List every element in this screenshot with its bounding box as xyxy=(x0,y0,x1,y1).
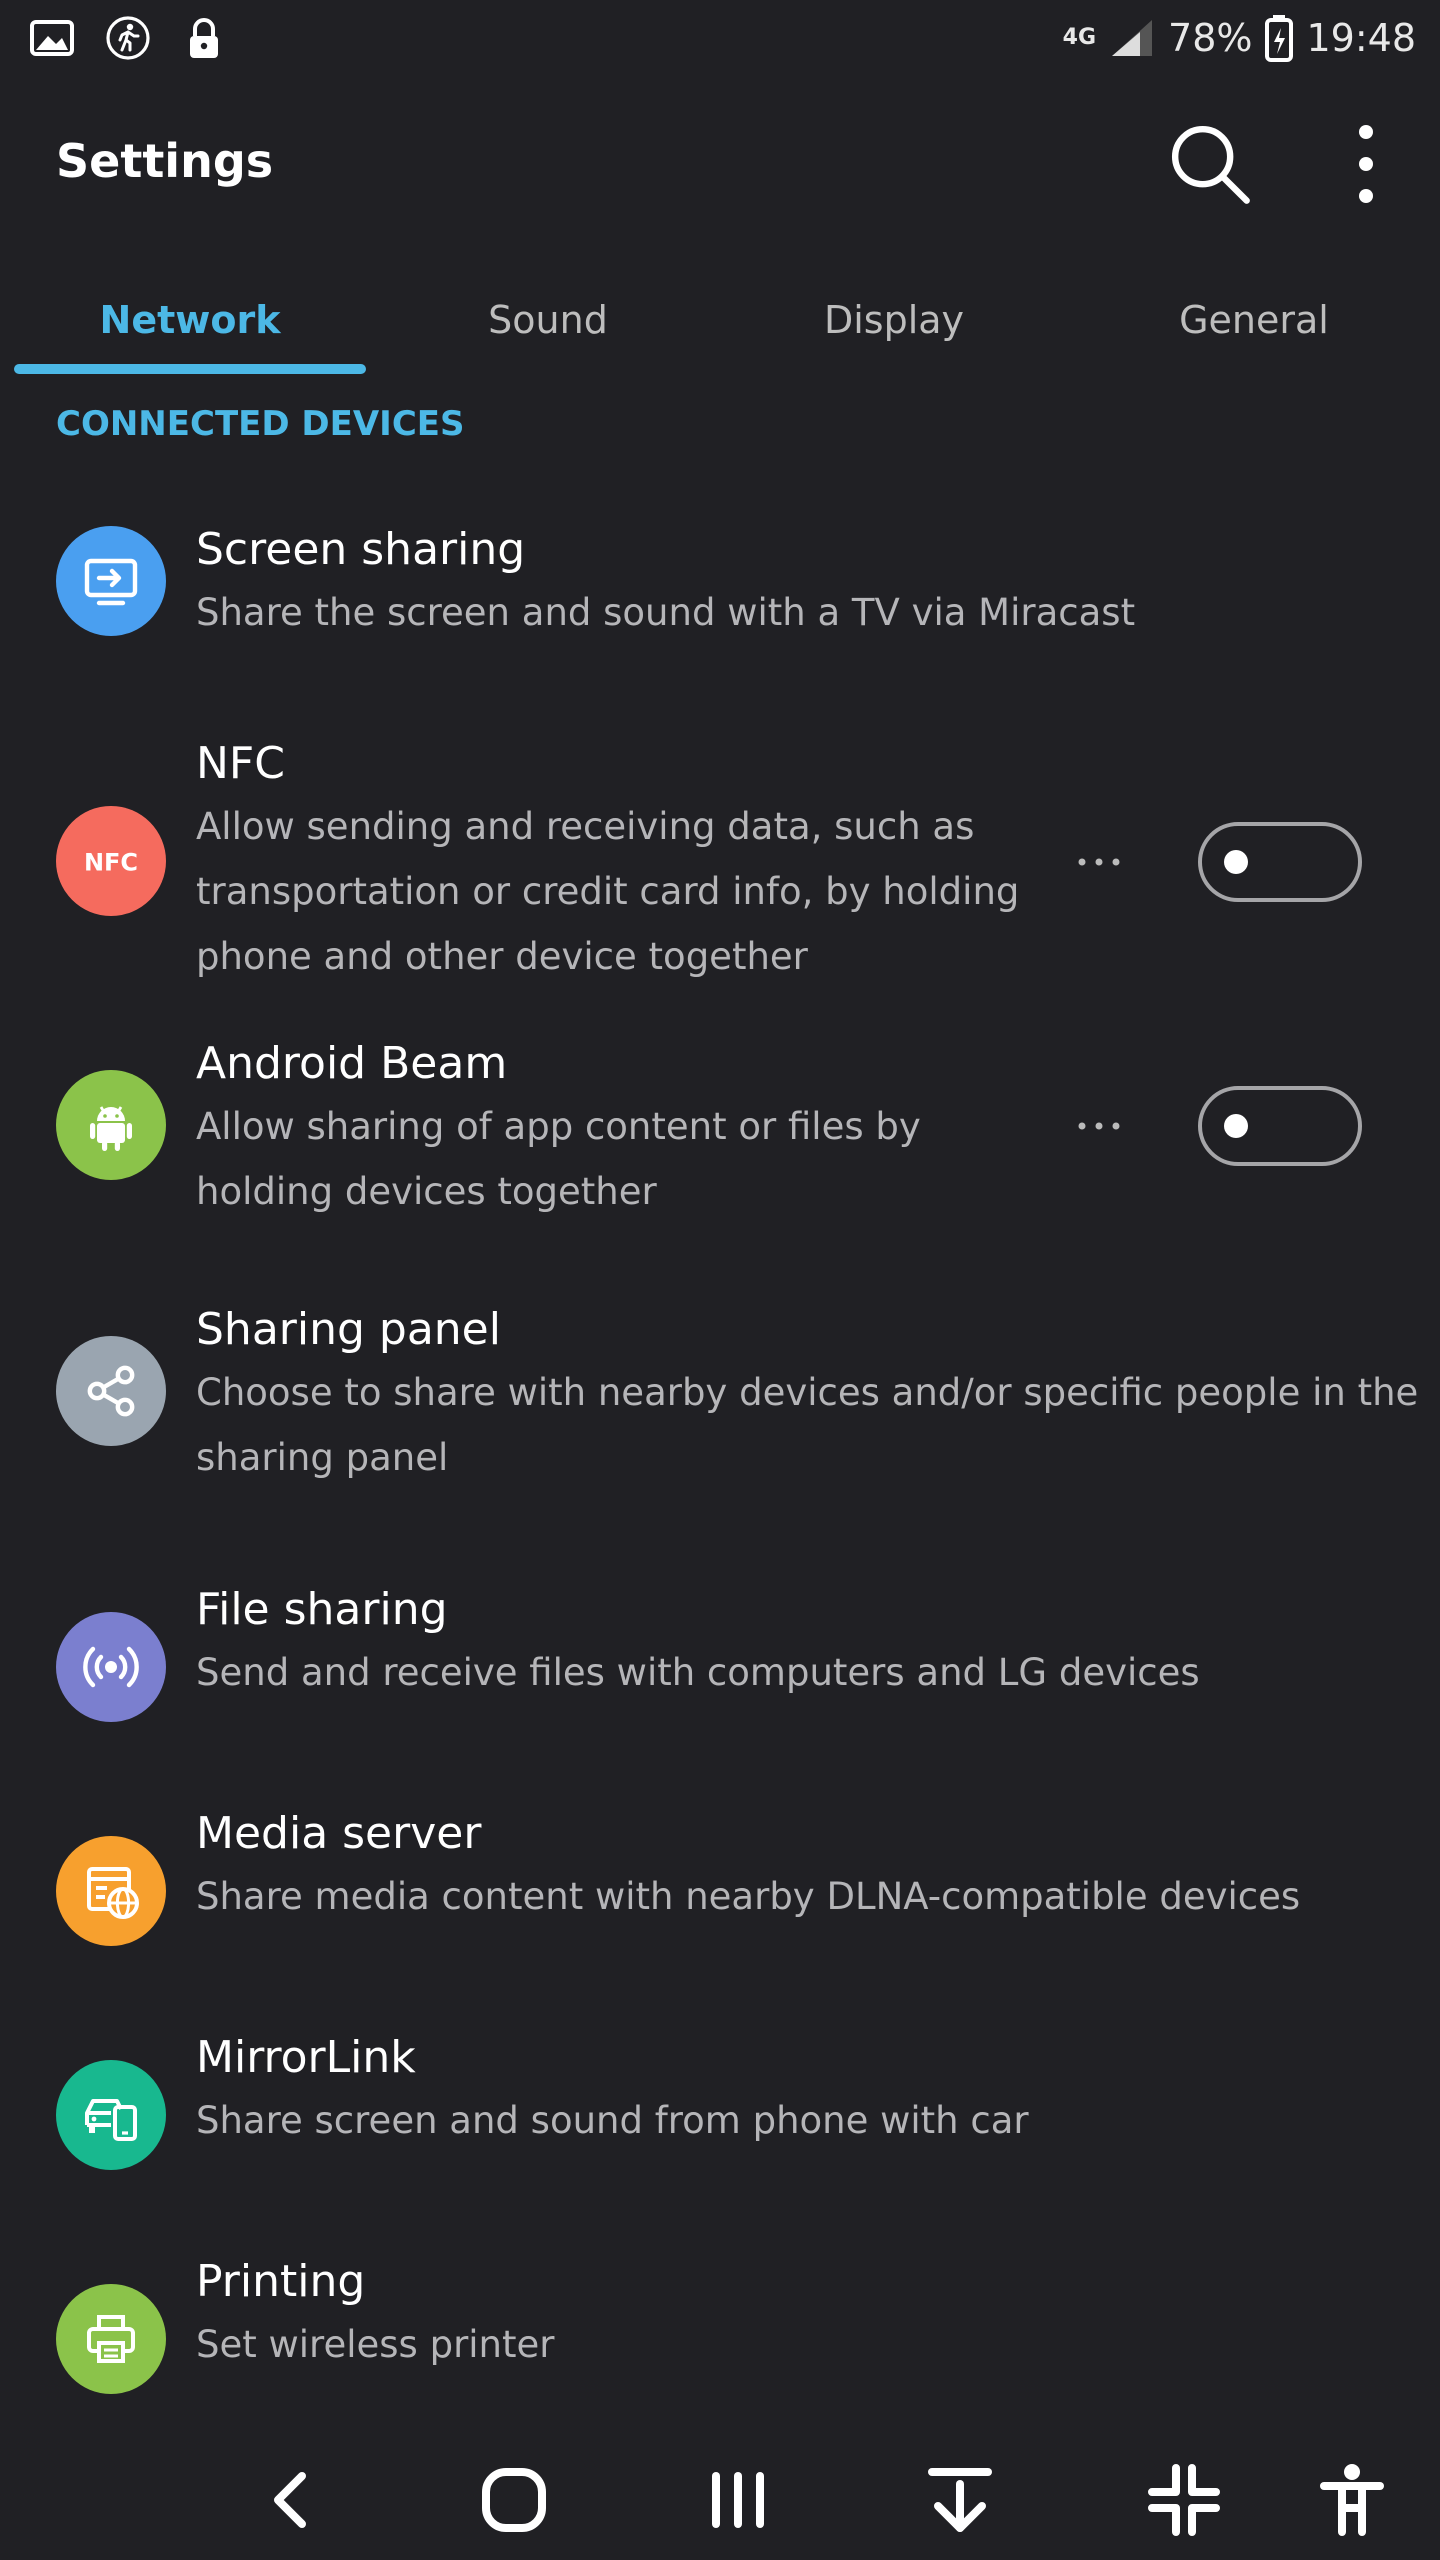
tab-network[interactable]: Network xyxy=(10,270,370,370)
tab-indicator xyxy=(14,364,366,374)
clock: 19:48 xyxy=(1306,16,1416,60)
signal-icon xyxy=(1112,20,1153,56)
tab-sound[interactable]: Sound xyxy=(368,270,728,370)
status-bar-system: 4G 78% 19:48 xyxy=(1063,14,1416,62)
share-icon xyxy=(56,1336,166,1446)
search-icon[interactable] xyxy=(1166,120,1254,208)
list-item-subtitle-line: phone and other device together xyxy=(196,935,808,978)
more-horiz-icon[interactable] xyxy=(1076,1120,1122,1132)
list-item-title: Printing xyxy=(196,2256,366,2307)
list-item-android-beam[interactable]: Android Beam Allow sharing of app conten… xyxy=(0,1014,1440,1280)
list-item-title: Screen sharing xyxy=(196,524,526,575)
toggle-knob xyxy=(1224,1114,1248,1138)
svg-text:NFC: NFC xyxy=(84,849,138,877)
list-item-title: File sharing xyxy=(196,1584,448,1635)
notification-pull-button[interactable] xyxy=(920,2460,1000,2540)
list-item-text: File sharing Send and receive files with… xyxy=(196,1580,1200,1705)
battery-percent: 78% xyxy=(1168,16,1253,60)
list-item-nfc[interactable]: NFC NFC Allow sending and receiving data… xyxy=(0,680,1440,1014)
list-item-subtitle-line: Allow sharing of app content or files by xyxy=(196,1105,921,1148)
list-item-subtitle: Send and receive files with computers an… xyxy=(196,1651,1200,1694)
list-item-sharing-panel[interactable]: Sharing panel Choose to share with nearb… xyxy=(0,1280,1440,1556)
home-button[interactable] xyxy=(474,2460,554,2540)
list-item-title: Media server xyxy=(196,1808,482,1859)
app-bar: Settings xyxy=(0,84,1440,244)
list-item-subtitle: Set wireless printer xyxy=(196,2323,555,2366)
list-item-subtitle: Share media content with nearby DLNA-com… xyxy=(196,1875,1301,1918)
home-icon xyxy=(482,2468,546,2532)
android-icon xyxy=(56,1070,166,1180)
gallery-icon xyxy=(30,20,74,56)
status-bar-notifications xyxy=(28,14,228,62)
navigation-bar xyxy=(0,2440,1440,2560)
list-item-subtitle: Share the screen and sound with a TV via… xyxy=(196,591,1136,634)
accessibility-button[interactable] xyxy=(1312,2460,1392,2540)
more-horiz-icon[interactable] xyxy=(1076,856,1122,868)
recents-button[interactable] xyxy=(698,2460,778,2540)
nfc-icon: NFC xyxy=(56,806,166,916)
settings-list: Screen sharing Share the screen and soun… xyxy=(0,480,1440,2452)
tab-display[interactable]: Display xyxy=(714,270,1074,370)
list-item-subtitle-line: Choose to share with nearby devices and/… xyxy=(196,1371,1419,1414)
page-title: Settings xyxy=(56,134,274,188)
media-server-icon xyxy=(56,1836,166,1946)
list-item-text: Media server Share media content with ne… xyxy=(196,1804,1300,1929)
accessibility-icon xyxy=(1320,2464,1384,2536)
list-item-text: Screen sharing Share the screen and soun… xyxy=(196,520,1135,645)
back-icon xyxy=(274,2472,306,2528)
list-item-subtitle: Share screen and sound from phone with c… xyxy=(196,2099,1029,2142)
more-vert-icon[interactable] xyxy=(1336,120,1396,208)
list-item-printing[interactable]: Printing Set wireless printer xyxy=(0,2228,1440,2452)
running-person-icon xyxy=(106,16,150,60)
back-button[interactable] xyxy=(254,2460,334,2540)
recents-icon xyxy=(712,2472,764,2528)
list-item-text: Android Beam Allow sharing of app conten… xyxy=(196,1034,921,1224)
broadcast-icon xyxy=(56,1612,166,1722)
section-header: CONNECTED DEVICES xyxy=(56,404,465,444)
list-item-mirrorlink[interactable]: MirrorLink Share screen and sound from p… xyxy=(0,2004,1440,2228)
nfc-toggle[interactable] xyxy=(1198,822,1362,902)
car-phone-icon xyxy=(56,2060,166,2170)
android-beam-toggle[interactable] xyxy=(1198,1086,1362,1166)
list-item-title: Android Beam xyxy=(196,1038,508,1089)
list-item-text: MirrorLink Share screen and sound from p… xyxy=(196,2028,1029,2153)
list-item-text: Printing Set wireless printer xyxy=(196,2252,555,2377)
list-item-title: MirrorLink xyxy=(196,2032,416,2083)
toggle-knob xyxy=(1224,850,1248,874)
notification-pull-icon xyxy=(928,2468,992,2532)
tab-bar: Network Sound Display General xyxy=(0,270,1440,380)
screen-share-icon xyxy=(56,526,166,636)
list-item-media-server[interactable]: Media server Share media content with ne… xyxy=(0,1780,1440,2004)
list-item-subtitle-line: holding devices together xyxy=(196,1170,657,1213)
list-item-subtitle-line: sharing panel xyxy=(196,1436,449,1479)
battery-charging-icon xyxy=(1265,15,1294,62)
collapse-icon xyxy=(1148,2464,1220,2536)
list-item-title: Sharing panel xyxy=(196,1304,501,1355)
network-type: 4G xyxy=(1062,25,1097,50)
list-item-subtitle-line: Allow sending and receiving data, such a… xyxy=(196,805,975,848)
list-item-subtitle-line: transportation or credit card info, by h… xyxy=(196,870,1020,913)
list-item-title: NFC xyxy=(196,738,285,789)
printer-icon xyxy=(56,2284,166,2394)
list-item-text: NFC Allow sending and receiving data, su… xyxy=(196,734,1019,989)
tab-general[interactable]: General xyxy=(1074,270,1434,370)
list-item-screen-sharing[interactable]: Screen sharing Share the screen and soun… xyxy=(0,480,1440,680)
collapse-button[interactable] xyxy=(1144,2460,1224,2540)
list-item-text: Sharing panel Choose to share with nearb… xyxy=(196,1300,1418,1490)
status-bar: 4G 78% 19:48 xyxy=(0,0,1440,84)
list-item-file-sharing[interactable]: File sharing Send and receive files with… xyxy=(0,1556,1440,1780)
lock-icon xyxy=(190,18,218,58)
